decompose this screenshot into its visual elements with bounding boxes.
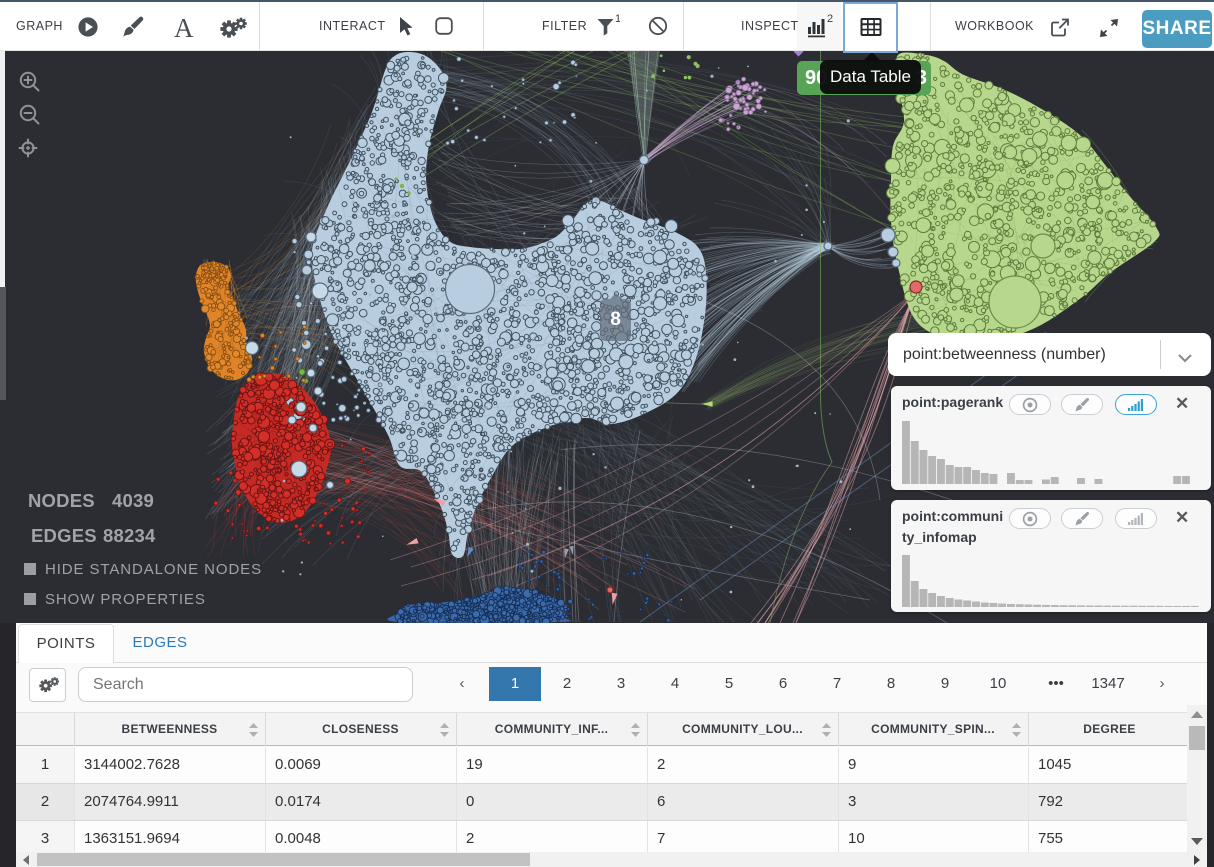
svg-text:1: 1 xyxy=(615,14,620,25)
svg-text:2: 2 xyxy=(827,13,833,25)
